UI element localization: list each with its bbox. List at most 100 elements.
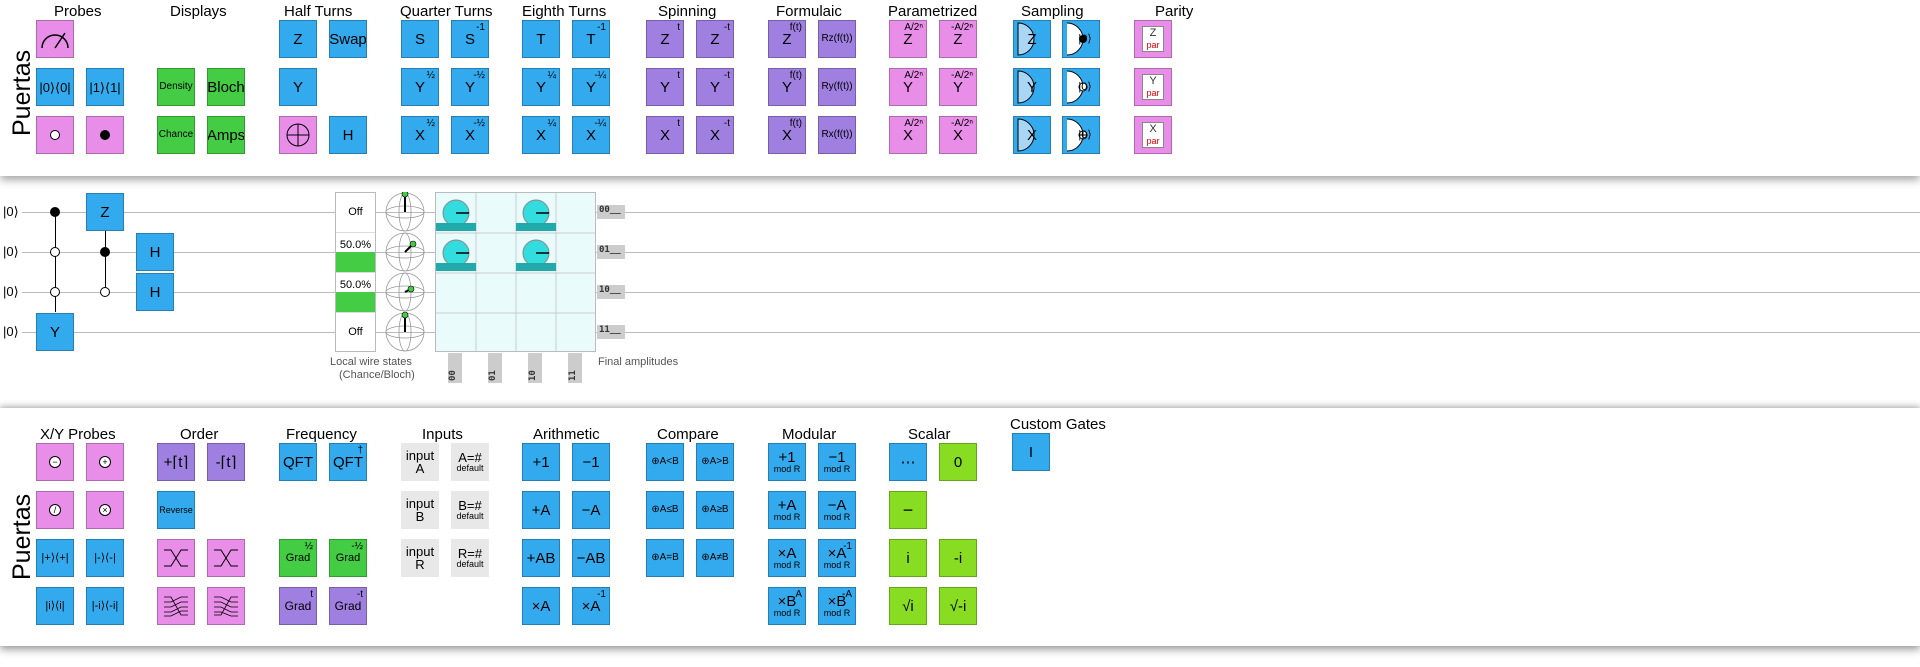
custom-identity-gate[interactable]: I	[1012, 433, 1050, 471]
identity-scalar-gate[interactable]: ⋯	[889, 443, 927, 481]
mod-increment-gate[interactable]: +1 mod R	[768, 443, 806, 481]
y-minus-half-gate[interactable]: Y -½	[451, 68, 489, 106]
x-spin-neg-gate[interactable]: X -t	[696, 116, 734, 154]
grad-t-gate[interactable]: Grad t	[279, 587, 317, 625]
mod-multiply-b-gate[interactable]: ×B mod RA	[768, 587, 806, 625]
qft-gate[interactable]: QFT	[279, 443, 317, 481]
x-func-gate[interactable]: Xf(t)	[768, 116, 806, 154]
control-dot[interactable]	[100, 247, 110, 257]
set-a-gate[interactable]: A=# default	[451, 443, 489, 481]
compare-ne-gate[interactable]: ⊕A≠B	[696, 539, 734, 577]
circuit-h-gate[interactable]: H	[136, 233, 174, 271]
compare-gt-gate[interactable]: ⊕A>B	[696, 443, 734, 481]
x-control-gate[interactable]: +	[86, 443, 124, 481]
wire-1[interactable]	[22, 252, 1920, 253]
i-scalar-gate[interactable]: i	[889, 539, 927, 577]
x-parity-gate[interactable]: Xpar	[1134, 116, 1172, 154]
circuit-z-gate[interactable]: Z	[86, 193, 124, 231]
mod-multiply-a-inverse-gate[interactable]: ×A mod R -1	[818, 539, 856, 577]
control-gate[interactable]	[86, 116, 124, 154]
input-r-gate[interactable]: input R	[401, 539, 439, 577]
rotate-bits-right-gate[interactable]	[207, 587, 245, 625]
rz-func-gate[interactable]: Rz(f(t))	[818, 20, 856, 58]
subtract-ab-gate[interactable]: −AB	[572, 539, 610, 577]
z-func-gate[interactable]: Zf(t)	[768, 20, 806, 58]
multiply-a-gate[interactable]: ×A	[522, 587, 560, 625]
z-reset-gate[interactable]: |0⟩	[1062, 20, 1100, 58]
y-minus-quarter-gate[interactable]: Y -¼	[572, 68, 610, 106]
swap-gate[interactable]: Swap	[329, 20, 367, 58]
y-func-gate[interactable]: Yf(t)	[768, 68, 806, 106]
y-spin-neg-gate[interactable]: Y -t	[696, 68, 734, 106]
anti-control-gate[interactable]	[36, 116, 74, 154]
measure-gate[interactable]	[36, 20, 74, 58]
x-reset-gate[interactable]: |0⟩	[1062, 116, 1100, 154]
s-inverse-gate[interactable]: S -1	[451, 20, 489, 58]
interleave-gate[interactable]	[157, 539, 195, 577]
x-half-gate[interactable]: X½	[401, 116, 439, 154]
postselect-0-gate[interactable]: |0⟩⟨0|	[36, 68, 74, 106]
compare-ge-gate[interactable]: ⊕A≥B	[696, 491, 734, 529]
mod-decrement-gate[interactable]: −1 mod R	[818, 443, 856, 481]
mod-multiply-a-gate[interactable]: ×A mod R	[768, 539, 806, 577]
y-param-neg-gate[interactable]: Y -A/2ⁿ	[939, 68, 977, 106]
x-param-neg-gate[interactable]: X -A/2ⁿ	[939, 116, 977, 154]
grad-half-gate[interactable]: Grad ½	[279, 539, 317, 577]
deinterleave-gate[interactable]	[207, 539, 245, 577]
subtract-a-gate[interactable]: −A	[572, 491, 610, 529]
ry-func-gate[interactable]: Ry(f(t))	[818, 68, 856, 106]
mod-multiply-b-inverse-gate[interactable]: ×B mod R -A	[818, 587, 856, 625]
y-gate[interactable]: Y	[279, 68, 317, 106]
mod-subtract-a-gate[interactable]: −A mod R	[818, 491, 856, 529]
postselect-minus-i-gate[interactable]: |-i⟩⟨-i|	[86, 587, 124, 625]
postselect-plus-gate[interactable]: |+⟩⟨+|	[36, 539, 74, 577]
y-detector-gate[interactable]: Y	[1013, 68, 1051, 106]
z-detector-gate[interactable]: Z	[1013, 20, 1051, 58]
wire-3[interactable]	[22, 332, 1920, 333]
z-spin-neg-gate[interactable]: Z -t	[696, 20, 734, 58]
y-quarter-gate[interactable]: Y¼	[522, 68, 560, 106]
rx-func-gate[interactable]: Rx(f(t))	[818, 116, 856, 154]
wire-0[interactable]	[22, 212, 1920, 213]
s-gate[interactable]: S	[401, 20, 439, 58]
multiply-a-inverse-gate[interactable]: ×A -1	[572, 587, 610, 625]
sqrt-minus-i-scalar-gate[interactable]: √-i	[939, 587, 977, 625]
x-param-gate[interactable]: X A/2ⁿ	[889, 116, 927, 154]
y-half-gate[interactable]: Y½	[401, 68, 439, 106]
minus-one-scalar-gate[interactable]: −	[889, 491, 927, 529]
bloch-display[interactable]	[384, 190, 426, 352]
increment-gate[interactable]: +1	[522, 443, 560, 481]
sqrt-i-scalar-gate[interactable]: √i	[889, 587, 927, 625]
h-gate[interactable]: H	[329, 116, 367, 154]
set-b-gate[interactable]: B=# default	[451, 491, 489, 529]
x-minus-quarter-gate[interactable]: X -¼	[572, 116, 610, 154]
x-detector-gate[interactable]: X	[1013, 116, 1051, 154]
postselect-minus-gate[interactable]: |-⟩⟨-|	[86, 539, 124, 577]
control-dot[interactable]	[50, 207, 60, 217]
amps-display-gate[interactable]: Amps	[207, 116, 245, 154]
chance-display[interactable]: Off 50.0% 50.0% Off	[335, 192, 376, 352]
anti-control-dot[interactable]	[100, 287, 110, 297]
chance-display-gate[interactable]: Chance	[157, 116, 195, 154]
decrement-gate[interactable]: −1	[572, 443, 610, 481]
qft-inverse-gate[interactable]: QFT †	[329, 443, 367, 481]
minus-i-scalar-gate[interactable]: -i	[939, 539, 977, 577]
t-gate[interactable]: T	[522, 20, 560, 58]
add-ab-gate[interactable]: +AB	[522, 539, 560, 577]
y-reset-gate[interactable]: |0⟩	[1062, 68, 1100, 106]
y-spin-gate[interactable]: Yt	[646, 68, 684, 106]
x-quarter-gate[interactable]: X¼	[522, 116, 560, 154]
zero-scalar-gate[interactable]: 0	[939, 443, 977, 481]
z-gate[interactable]: Z	[279, 20, 317, 58]
y-control-gate[interactable]: ×	[86, 491, 124, 529]
cycle-up-gate[interactable]: +⌈t⌉	[157, 443, 195, 481]
x-gate[interactable]	[279, 116, 317, 154]
anti-control-dot[interactable]	[50, 247, 60, 257]
circuit-y-gate[interactable]: Y	[36, 313, 74, 351]
rotate-bits-left-gate[interactable]	[157, 587, 195, 625]
amplitude-display[interactable]	[435, 192, 596, 352]
compare-le-gate[interactable]: ⊕A≤B	[646, 491, 684, 529]
input-b-gate[interactable]: input B	[401, 491, 439, 529]
z-param-gate[interactable]: Z A/2ⁿ	[889, 20, 927, 58]
anti-control-dot[interactable]	[50, 287, 60, 297]
